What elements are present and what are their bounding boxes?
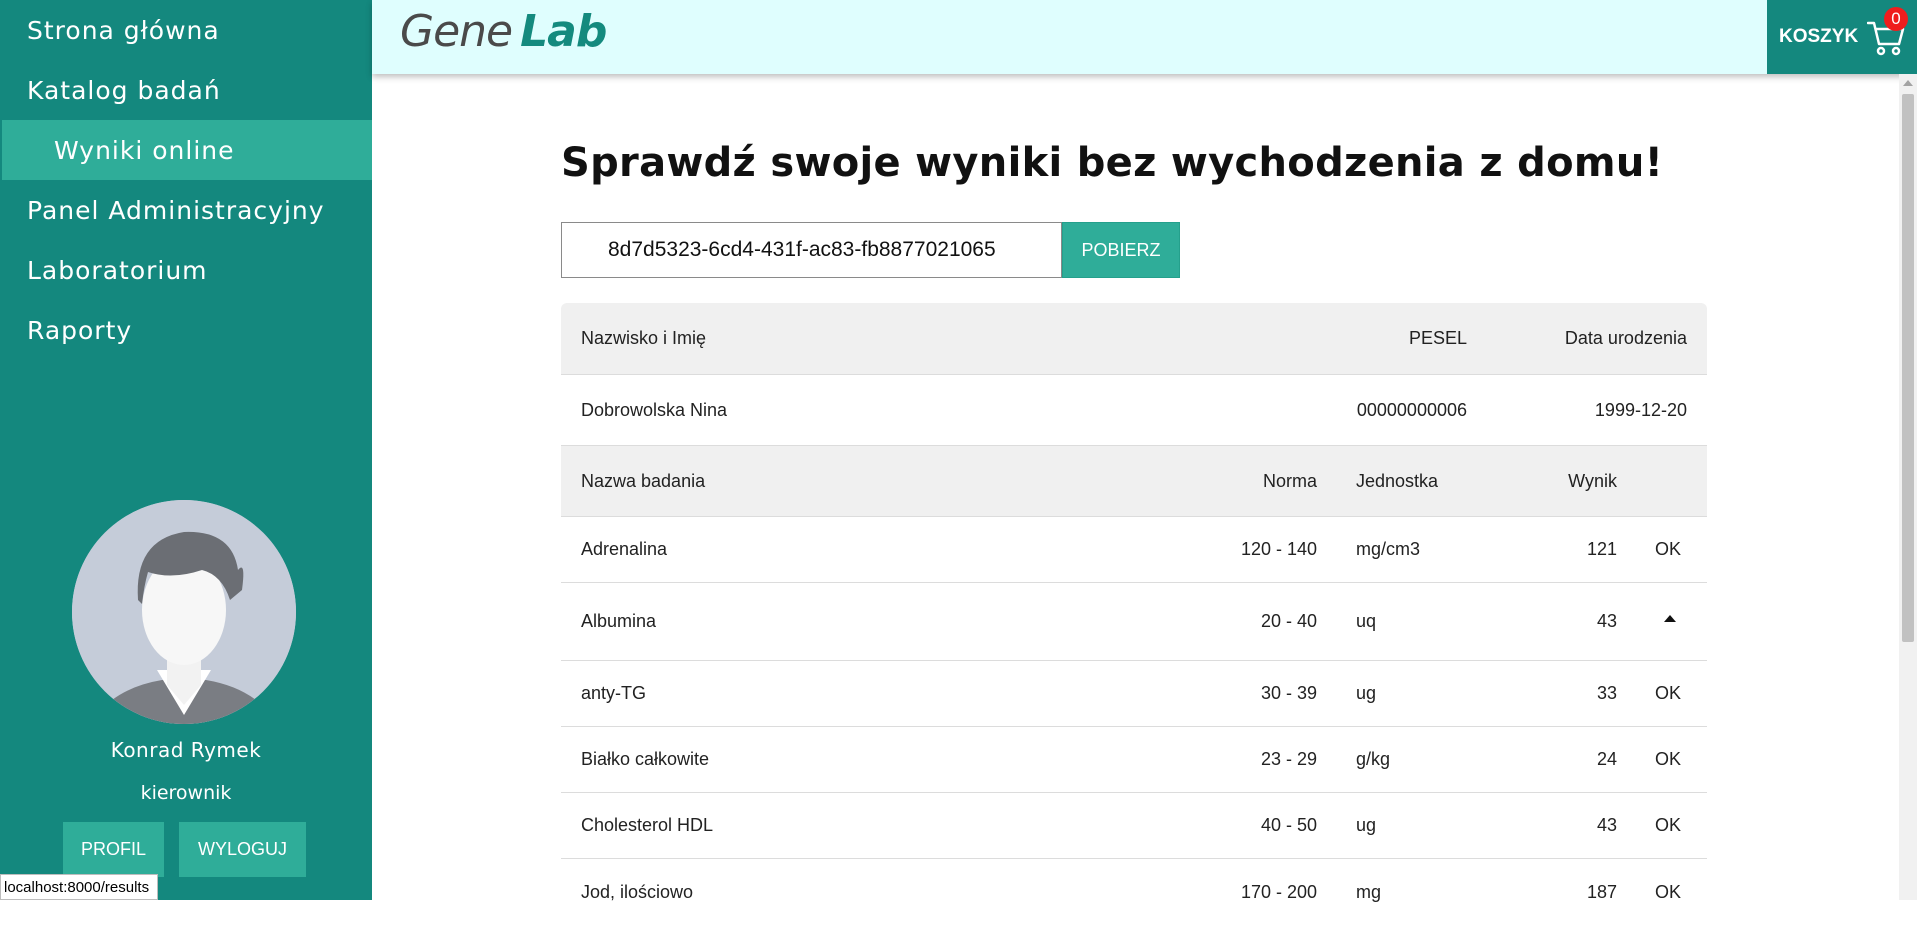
patient-birth-date: 1999-12-20 [1594, 399, 1687, 420]
test-status: OK [1655, 815, 1682, 835]
test-norm: 23 - 29 [1260, 749, 1317, 769]
test-result: 43 [1596, 611, 1617, 631]
test-row: Adrenalina 120 - 140 mg/cm3 121 OK [561, 517, 1707, 583]
cart-button[interactable]: KOSZYK 0 [1767, 0, 1917, 74]
test-name: Albumina [581, 611, 657, 631]
page-title: Sprawdź swoje wyniki bez wychodzenia z d… [561, 140, 1664, 186]
logout-button[interactable]: WYLOGUJ [179, 822, 306, 877]
test-norm: 170 - 200 [1240, 881, 1317, 902]
cart-count-badge: 0 [1884, 7, 1908, 31]
test-name: Jod, ilościowo [581, 881, 694, 902]
profile-button[interactable]: PROFIL [63, 822, 164, 877]
patient-row: Dobrowolska Nina 00000000006 1999-12-20 [561, 375, 1707, 446]
cart-label: KOSZYK [1779, 26, 1859, 47]
user-avatar [72, 500, 296, 724]
test-unit: mg [1356, 881, 1382, 902]
test-row: Jod, ilościowo 170 - 200 mg 187 OK [561, 859, 1707, 925]
header-pesel: PESEL [1408, 328, 1467, 348]
test-result: 121 [1586, 539, 1617, 559]
header-unit: Jednostka [1356, 470, 1439, 491]
test-norm: 20 - 40 [1260, 611, 1317, 631]
test-status: OK [1655, 683, 1682, 703]
patient-name: Dobrowolska Nina [581, 399, 728, 420]
nav-item-admin-panel[interactable]: Panel Administracyjny [0, 180, 372, 240]
tests-header-row: Nazwa badania Norma Jednostka Wynik [561, 446, 1707, 517]
test-row: Białko całkowite 23 - 29 g/kg 24 OK [561, 727, 1707, 793]
test-unit: mg/cm3 [1356, 539, 1421, 559]
nav-item-results-online[interactable]: Wyniki online [2, 120, 372, 180]
patient-header-row: Nazwisko i Imię PESEL Data urodzenia [561, 303, 1707, 375]
test-result: 43 [1596, 815, 1617, 835]
header-birth-date: Data urodzenia [1564, 328, 1687, 348]
test-result: 24 [1596, 749, 1617, 769]
fetch-results-button[interactable]: POBIERZ [1062, 222, 1180, 278]
test-unit: uq [1356, 611, 1377, 631]
header-result: Wynik [1568, 470, 1617, 491]
test-norm: 40 - 50 [1260, 815, 1317, 835]
logo-gene-text: Gene [400, 6, 513, 57]
arrow-up-icon [1664, 615, 1676, 622]
avatar-person-icon [72, 500, 296, 724]
results-table: Nazwisko i Imię PESEL Data urodzenia Dob… [561, 303, 1707, 925]
test-row: anty-TG 30 - 39 ug 33 OK [561, 661, 1707, 727]
test-unit: g/kg [1356, 749, 1391, 769]
nav-item-laboratory[interactable]: Laboratorium [0, 240, 372, 300]
patient-pesel: 00000000006 [1356, 399, 1467, 420]
user-role: kierownik [140, 782, 232, 804]
test-row: Albumina 20 - 40 uq 43 [561, 583, 1707, 661]
header-name: Nazwisko i Imię [581, 328, 707, 348]
top-header: Gene Lab KOSZYK 0 [372, 0, 1917, 74]
test-name: Białko całkowite [581, 749, 710, 769]
header-test-name: Nazwa badania [581, 470, 706, 491]
sidebar: Strona główna Katalog badań Wyniki onlin… [0, 0, 372, 900]
test-norm: 120 - 140 [1240, 539, 1317, 559]
scrollbar-thumb[interactable] [1902, 94, 1914, 642]
test-unit: ug [1356, 683, 1377, 703]
test-name: Cholesterol HDL [581, 815, 714, 835]
test-name: Adrenalina [581, 539, 668, 559]
scroll-up-arrow-icon[interactable] [1903, 80, 1913, 86]
page-scrollbar[interactable] [1899, 74, 1917, 900]
status-bar-url: localhost:8000/results [0, 874, 159, 900]
logo[interactable]: Gene Lab [400, 6, 607, 57]
test-name: anty-TG [581, 683, 647, 703]
nav-item-catalog[interactable]: Katalog badań [0, 60, 372, 120]
nav-item-reports[interactable]: Raporty [0, 300, 372, 360]
logo-lab-text: Lab [520, 6, 607, 57]
nav-item-home[interactable]: Strona główna [0, 0, 372, 60]
user-name: Konrad Rymek [110, 738, 262, 762]
test-unit: ug [1356, 815, 1377, 835]
test-status: OK [1655, 749, 1682, 769]
test-status: OK [1655, 539, 1682, 559]
test-result: 33 [1596, 683, 1617, 703]
result-code-input[interactable] [561, 222, 1062, 278]
test-status: OK [1655, 881, 1682, 902]
test-result: 187 [1586, 881, 1617, 902]
test-status [1664, 583, 1676, 660]
test-norm: 30 - 39 [1260, 683, 1317, 703]
header-norm: Norma [1262, 470, 1317, 491]
test-row: Cholesterol HDL 40 - 50 ug 43 OK [561, 793, 1707, 859]
